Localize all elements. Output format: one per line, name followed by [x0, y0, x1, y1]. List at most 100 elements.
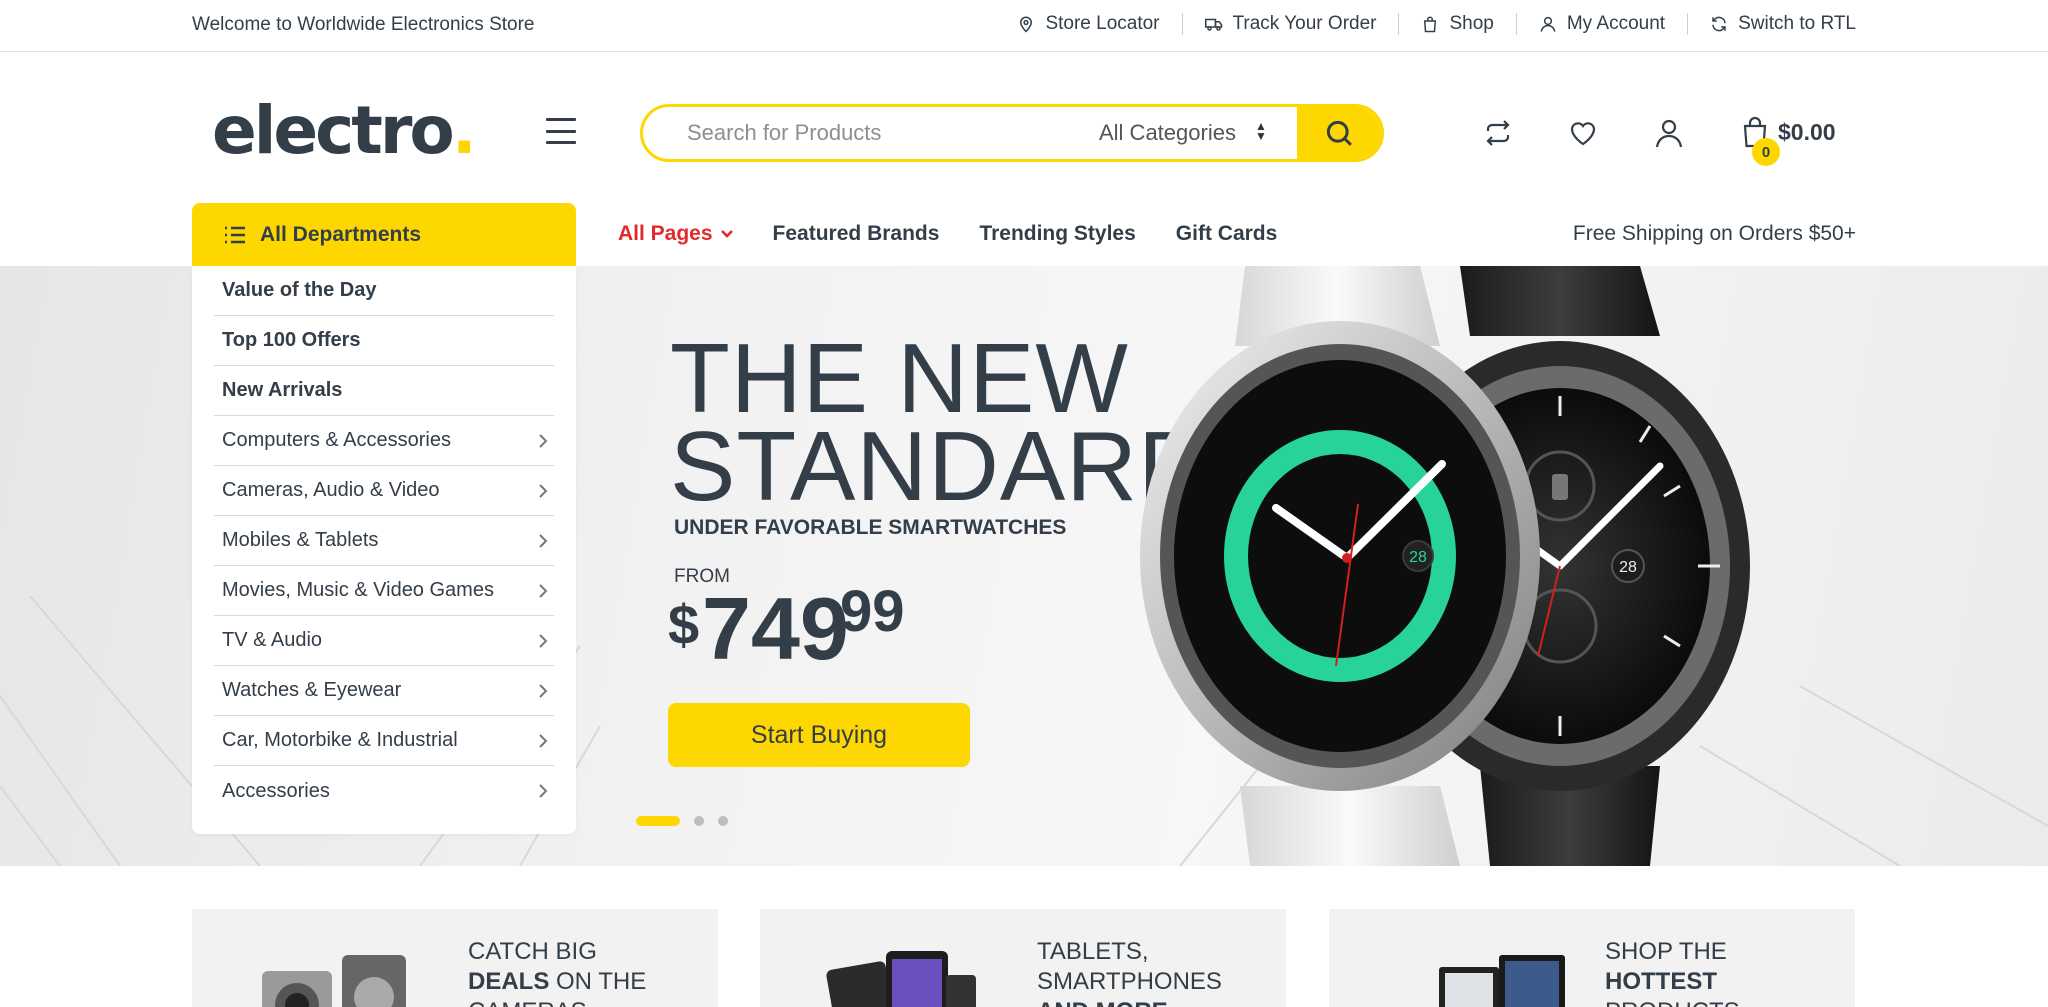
dept-accessories[interactable]: Accessories [214, 766, 554, 816]
select-arrows-icon: ▲ ▼ [1255, 119, 1267, 143]
heart-icon [1570, 122, 1596, 146]
chevron-right-icon [539, 784, 548, 798]
chevron-right-icon [539, 633, 548, 648]
hero-title-line2: STANDARD [670, 411, 1210, 521]
shop-label: Shop [1449, 13, 1494, 34]
dept-label: Watches & Eyewear [222, 679, 402, 701]
search-bar: All Categories ▲▼ [640, 104, 1384, 162]
shop-link[interactable]: Shop [1399, 13, 1517, 35]
top-links: Store Locator Track Your Order Shop My A… [995, 13, 1856, 35]
store-locator-label: Store Locator [1045, 13, 1160, 34]
promo-line: TABLETS, [1037, 938, 1149, 965]
search-input[interactable] [687, 107, 1067, 159]
promo-line: PRODUCTS [1605, 997, 1740, 1007]
dept-computers-accessories[interactable]: Computers & Accessories [214, 416, 554, 466]
departments-list: Value of the Day Top 100 Offers New Arri… [192, 266, 576, 834]
price-integer: 749 [702, 579, 849, 678]
site-logo[interactable]: electro. [212, 92, 477, 169]
account-button[interactable] [1653, 117, 1685, 149]
promo-line: HOTTEST [1605, 967, 1740, 997]
switch-rtl-link[interactable]: Switch to RTL [1688, 13, 1856, 35]
dept-movies-music-games[interactable]: Movies, Music & Video Games [214, 566, 554, 616]
dept-car-motorbike-industrial[interactable]: Car, Motorbike & Industrial [214, 716, 554, 766]
price-cents: 99 [840, 579, 905, 644]
hero-subtitle: UNDER FAVORABLE SMARTWATCHES [674, 516, 1067, 539]
shopping-bag-icon [1424, 16, 1437, 33]
nav-featured-brands[interactable]: Featured Brands [773, 222, 940, 246]
hero-title: THE NEW STANDARD [670, 323, 1210, 521]
cart-button[interactable]: 0 $0.00 [1740, 116, 1836, 166]
map-pin-icon [1020, 16, 1033, 33]
welcome-text: Welcome to Worldwide Electronics Store [192, 14, 535, 35]
slider-dot-1[interactable] [636, 816, 680, 826]
search-button[interactable] [1297, 107, 1381, 159]
dept-watches-eyewear[interactable]: Watches & Eyewear [214, 666, 554, 716]
list-icon [225, 226, 245, 243]
watch-date-right: 28 [1619, 559, 1637, 576]
store-locator-link[interactable]: Store Locator [995, 13, 1183, 35]
chevron-down-icon [720, 230, 733, 238]
nav-all-pages[interactable]: All Pages [618, 222, 733, 246]
promo-line: CATCH BIG [468, 938, 597, 965]
cart-count-badge: 0 [1752, 138, 1780, 166]
logo-dot: . [451, 92, 477, 169]
dept-top-100-offers[interactable]: Top 100 Offers [214, 316, 554, 366]
wishlist-button[interactable] [1567, 117, 1599, 149]
dept-mobiles-tablets[interactable]: Mobiles & Tablets [214, 516, 554, 566]
dept-label: Mobiles & Tablets [222, 529, 379, 551]
category-select[interactable]: All Categories [1099, 120, 1236, 146]
nav-trending-styles[interactable]: Trending Styles [979, 222, 1135, 246]
dept-label: Top 100 Offers [222, 329, 361, 351]
promo-bold: DEALS [468, 968, 550, 995]
chevron-right-icon [539, 683, 548, 698]
promo-text-tablets: TABLETS, SMARTPHONES AND MORE [1037, 937, 1222, 1007]
dept-cameras-audio-video[interactable]: Cameras, Audio & Video [214, 466, 554, 516]
promo-line: SMARTPHONES [1037, 968, 1222, 995]
compare-button[interactable] [1482, 117, 1514, 149]
cart-amount: $0.00 [1778, 118, 1836, 145]
tablets-image [826, 951, 976, 1007]
hamburger-menu-icon[interactable] [546, 118, 576, 144]
dept-tv-audio[interactable]: TV & Audio [214, 616, 554, 666]
track-order-label: Track Your Order [1232, 13, 1377, 34]
promo-text-hottest: SHOP THE HOTTEST PRODUCTS [1605, 937, 1740, 1007]
slider-dot-2[interactable] [694, 816, 704, 826]
dept-label: Accessories [222, 779, 330, 802]
promo-rest: ON THE [549, 968, 647, 995]
nav-gift-cards[interactable]: Gift Cards [1176, 222, 1278, 246]
slider-dot-3[interactable] [718, 816, 728, 826]
track-order-link[interactable]: Track Your Order [1183, 13, 1400, 35]
logo-text: electro [212, 92, 455, 169]
compare-icon [1486, 120, 1510, 146]
truck-icon [1204, 18, 1222, 31]
promo-card-cameras[interactable]: CATCH BIG DEALS ON THE CAMERAS [192, 909, 718, 1007]
watch-date-left: 28 [1409, 549, 1427, 566]
refresh-icon [1712, 16, 1726, 32]
all-departments-button[interactable]: All Departments [192, 203, 576, 266]
dept-new-arrivals[interactable]: New Arrivals [214, 366, 554, 416]
dept-label: Value of the Day [222, 279, 377, 301]
dept-value-of-the-day[interactable]: Value of the Day [214, 266, 554, 316]
promo-bold: AND MORE [1037, 998, 1168, 1007]
hero-title-line1: THE NEW [670, 323, 1129, 433]
start-buying-button[interactable]: Start Buying [668, 703, 970, 767]
chevron-right-icon [539, 433, 548, 448]
promo-card-hottest[interactable]: SHOP THE HOTTEST PRODUCTS [1329, 909, 1855, 1007]
dept-label: Computers & Accessories [222, 429, 451, 451]
chevron-right-icon [539, 483, 548, 498]
switch-rtl-label: Switch to RTL [1738, 13, 1856, 34]
nav-all-pages-label: All Pages [618, 222, 713, 245]
my-account-link[interactable]: My Account [1517, 13, 1689, 35]
chevron-right-icon [539, 583, 548, 598]
promo-line: SHOP THE [1605, 938, 1727, 965]
promo-card-tablets[interactable]: TABLETS, SMARTPHONES AND MORE [760, 909, 1286, 1007]
search-icon [1326, 120, 1352, 146]
user-icon [1655, 119, 1683, 148]
dept-label: TV & Audio [222, 629, 323, 651]
main-nav: All Pages Featured Brands Trending Style… [618, 222, 1277, 246]
dept-label: New Arrivals [222, 379, 343, 401]
all-departments-label: All Departments [260, 222, 422, 246]
slider-dots [636, 816, 728, 826]
promo-line: DEALS ON THE [468, 967, 646, 997]
promo-bold: HOTTEST [1605, 968, 1717, 995]
